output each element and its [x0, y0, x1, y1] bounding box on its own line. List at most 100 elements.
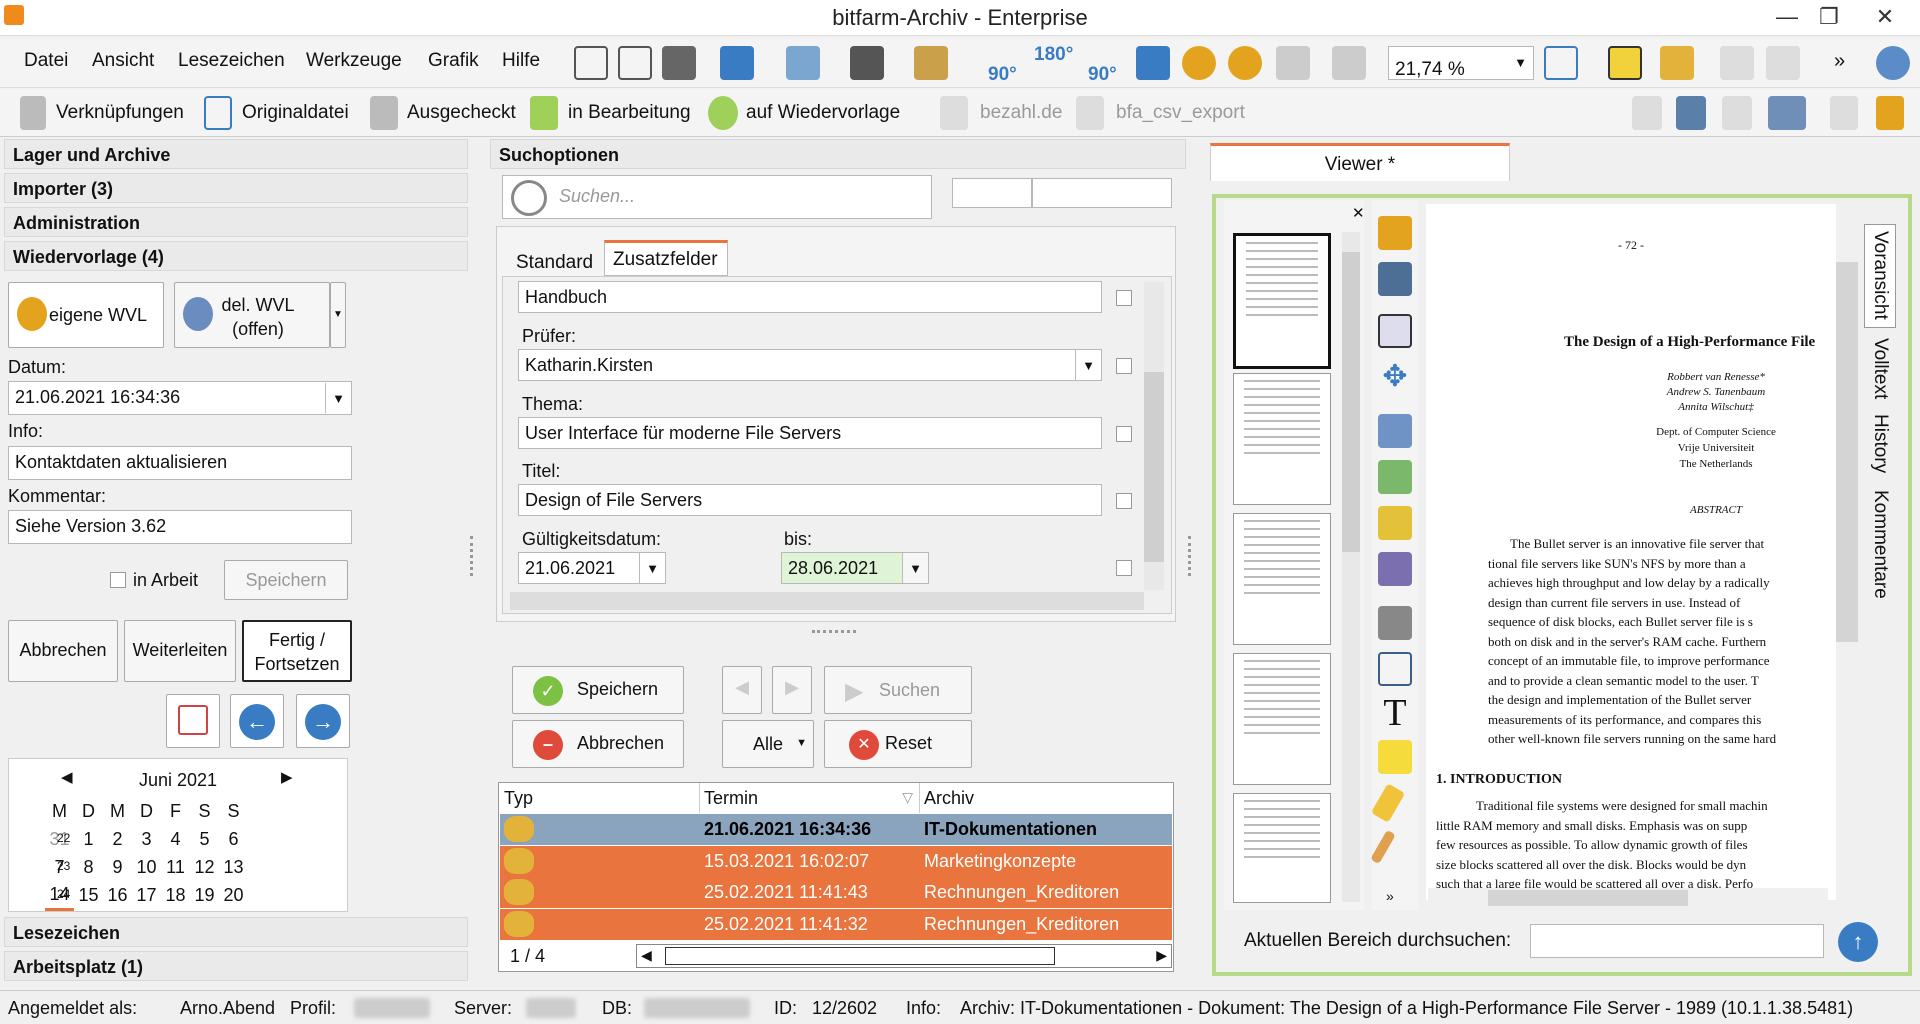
tab-volltext[interactable]: Volltext	[1869, 338, 1891, 399]
maximize-button[interactable]: ❐	[1814, 4, 1844, 30]
pointer-tool-icon[interactable]	[1378, 314, 1412, 348]
section-arbeitsplatz[interactable]: Arbeitsplatz (1)	[4, 951, 468, 981]
splitter-middle[interactable]	[812, 630, 856, 636]
handbuch-field[interactable]: Handbuch	[518, 281, 1102, 313]
tab-history[interactable]: History	[1869, 414, 1891, 473]
menu-werkzeuge[interactable]: Werkzeuge	[306, 50, 402, 72]
rotate-180-icon[interactable]: 180°	[1034, 44, 1073, 78]
menu-datei[interactable]: Datei	[24, 50, 68, 72]
table-row[interactable]: 15.03.2021 16:02:07 Marketingkonzepte	[500, 846, 1172, 877]
wvl-cancel-button[interactable]: Abbrechen	[8, 620, 118, 682]
del-wvl-button[interactable]: del. WVL (offen)	[174, 282, 330, 348]
results-hscroll[interactable]: ◀ ▶	[636, 944, 1172, 968]
resubmission-button[interactable]: auf Wiedervorlage	[746, 102, 900, 124]
rotate-left-icon[interactable]: 90°	[984, 44, 1018, 85]
stamp-yellow-icon[interactable]	[1378, 506, 1412, 540]
all-dropdown[interactable]: Alle ▼	[722, 720, 814, 768]
prev-button[interactable]: ←	[230, 694, 284, 748]
ocr-icon[interactable]	[1136, 46, 1170, 80]
section-importer[interactable]: Importer (3)	[4, 173, 468, 203]
tab-kommentare[interactable]: Kommentare	[1869, 490, 1891, 599]
document-vscroll[interactable]	[1836, 206, 1858, 896]
table-row[interactable]: 25.02.2021 11:41:32 Rechnungen_Kreditore…	[500, 909, 1172, 940]
rotate-right-icon[interactable]: 90°	[1084, 44, 1118, 85]
highlighter-icon[interactable]	[1370, 783, 1406, 823]
search-button[interactable]: ▶ Suchen	[824, 666, 972, 714]
minimize-button[interactable]: —	[1772, 4, 1802, 30]
search-extra-field-2[interactable]	[1032, 178, 1172, 208]
page-thumbnail[interactable]	[1233, 793, 1331, 903]
key-icon[interactable]	[1182, 46, 1216, 80]
tab-zusatzfelder[interactable]: Zusatzfelder	[604, 240, 728, 276]
stamp-green-icon[interactable]	[1378, 460, 1412, 494]
viewer-tab[interactable]: Viewer *	[1210, 143, 1510, 181]
scan-icon[interactable]	[786, 46, 820, 80]
search-cancel-button[interactable]: – Abbrechen	[512, 720, 684, 768]
close-thumbnails-icon[interactable]: ✕	[1352, 204, 1365, 222]
links-button[interactable]: Verknüpfungen	[56, 102, 184, 124]
note-tool-icon[interactable]	[1378, 262, 1412, 296]
thema-checkbox[interactable]	[1116, 426, 1132, 442]
wvl-save-button[interactable]: Speichern	[224, 560, 348, 600]
search-save-button[interactable]: ✓ Speichern	[512, 666, 684, 714]
info-field[interactable]: Kontaktdaten aktualisieren	[8, 446, 352, 480]
search-extra-field-1[interactable]	[952, 178, 1032, 208]
tab-standard[interactable]: Standard	[510, 250, 599, 276]
zoom-select[interactable]: 21,74 % ▼	[1388, 46, 1534, 80]
pruefer-checkbox[interactable]	[1116, 358, 1132, 374]
pruefer-select[interactable]: Katharin.Kirsten ▼	[518, 349, 1102, 381]
splitter-left[interactable]	[470, 536, 476, 576]
date-field[interactable]: 21.06.2021 16:34:36 ▼	[8, 381, 352, 415]
sticky-note-icon[interactable]	[1378, 740, 1412, 774]
valid-date-field[interactable]: 21.06.2021 ▼	[518, 552, 666, 584]
stamp-blue-icon[interactable]	[1378, 414, 1412, 448]
section-wiedervorlage[interactable]: Wiedervorlage (4)	[4, 241, 468, 271]
splitter-right[interactable]	[1188, 536, 1194, 576]
section-lesezeichen[interactable]: Lesezeichen	[4, 917, 468, 947]
fit-width-icon[interactable]	[1544, 46, 1578, 80]
close-button[interactable]: ✕	[1870, 4, 1900, 30]
titel-checkbox[interactable]	[1116, 493, 1132, 509]
done-continue-button[interactable]: Fertig / Fortsetzen	[242, 620, 352, 682]
save-icon[interactable]	[720, 46, 754, 80]
chevron-down-icon[interactable]: ▼	[325, 383, 351, 413]
section-admin[interactable]: Administration	[4, 207, 468, 237]
table-row[interactable]: 21.06.2021 16:34:36 IT-Dokumentationen	[500, 814, 1172, 845]
user-settings-icon[interactable]	[1876, 46, 1910, 80]
bis-date-field[interactable]: 28.06.2021 ▼	[781, 552, 929, 584]
tree-view-icon[interactable]	[574, 46, 608, 80]
titel-field[interactable]: Design of File Servers	[518, 484, 1102, 516]
tab-voransicht[interactable]: Voransicht	[1864, 224, 1896, 328]
page-thumbnail[interactable]	[1233, 233, 1331, 369]
viewer-search-input[interactable]	[1530, 924, 1824, 958]
original-file-button[interactable]: Originaldatei	[242, 102, 349, 124]
bezahl-button[interactable]: bezahl.de	[980, 102, 1062, 124]
lock-icon[interactable]	[1876, 96, 1904, 130]
menu-hilfe[interactable]: Hilfe	[502, 50, 540, 72]
metadata-icon[interactable]	[1768, 96, 1806, 130]
clipboard-icon[interactable]	[914, 46, 948, 80]
own-wvl-button[interactable]: eigene WVL	[8, 282, 164, 348]
calendar-next-icon[interactable]: ▶	[281, 768, 293, 786]
overflow-icon[interactable]: »	[1834, 50, 1845, 73]
image-stamp-icon[interactable]	[1378, 652, 1412, 686]
next-result-button[interactable]: ▶	[772, 666, 812, 714]
editing-button[interactable]: in Bearbeitung	[568, 102, 691, 124]
calendar-today-icon[interactable]	[166, 694, 220, 748]
print-icon[interactable]	[850, 46, 884, 80]
forward-button[interactable]: Weiterleiten	[124, 620, 236, 682]
text-tool-icon[interactable]: T	[1378, 694, 1412, 732]
menu-lesezeichen[interactable]: Lesezeichen	[178, 50, 285, 72]
fields-vscroll[interactable]	[1144, 282, 1164, 590]
calendar-prev-icon[interactable]: ◀	[61, 768, 73, 786]
chevron-down-icon[interactable]: ▼	[1075, 350, 1101, 380]
table-row[interactable]: 25.02.2021 11:41:43 Rechnungen_Kreditore…	[500, 877, 1172, 908]
section-lager[interactable]: Lager und Archive	[4, 139, 468, 169]
chevron-down-icon[interactable]: ▼	[639, 553, 665, 583]
del-wvl-dropdown[interactable]: ▼	[330, 282, 346, 348]
split-view-icon[interactable]	[662, 46, 696, 80]
menu-grafik[interactable]: Grafik	[428, 50, 479, 72]
page-thumbnail[interactable]	[1233, 513, 1331, 645]
comment-field[interactable]: Siehe Version 3.62	[8, 510, 352, 544]
workflow-icon[interactable]	[1660, 46, 1694, 80]
